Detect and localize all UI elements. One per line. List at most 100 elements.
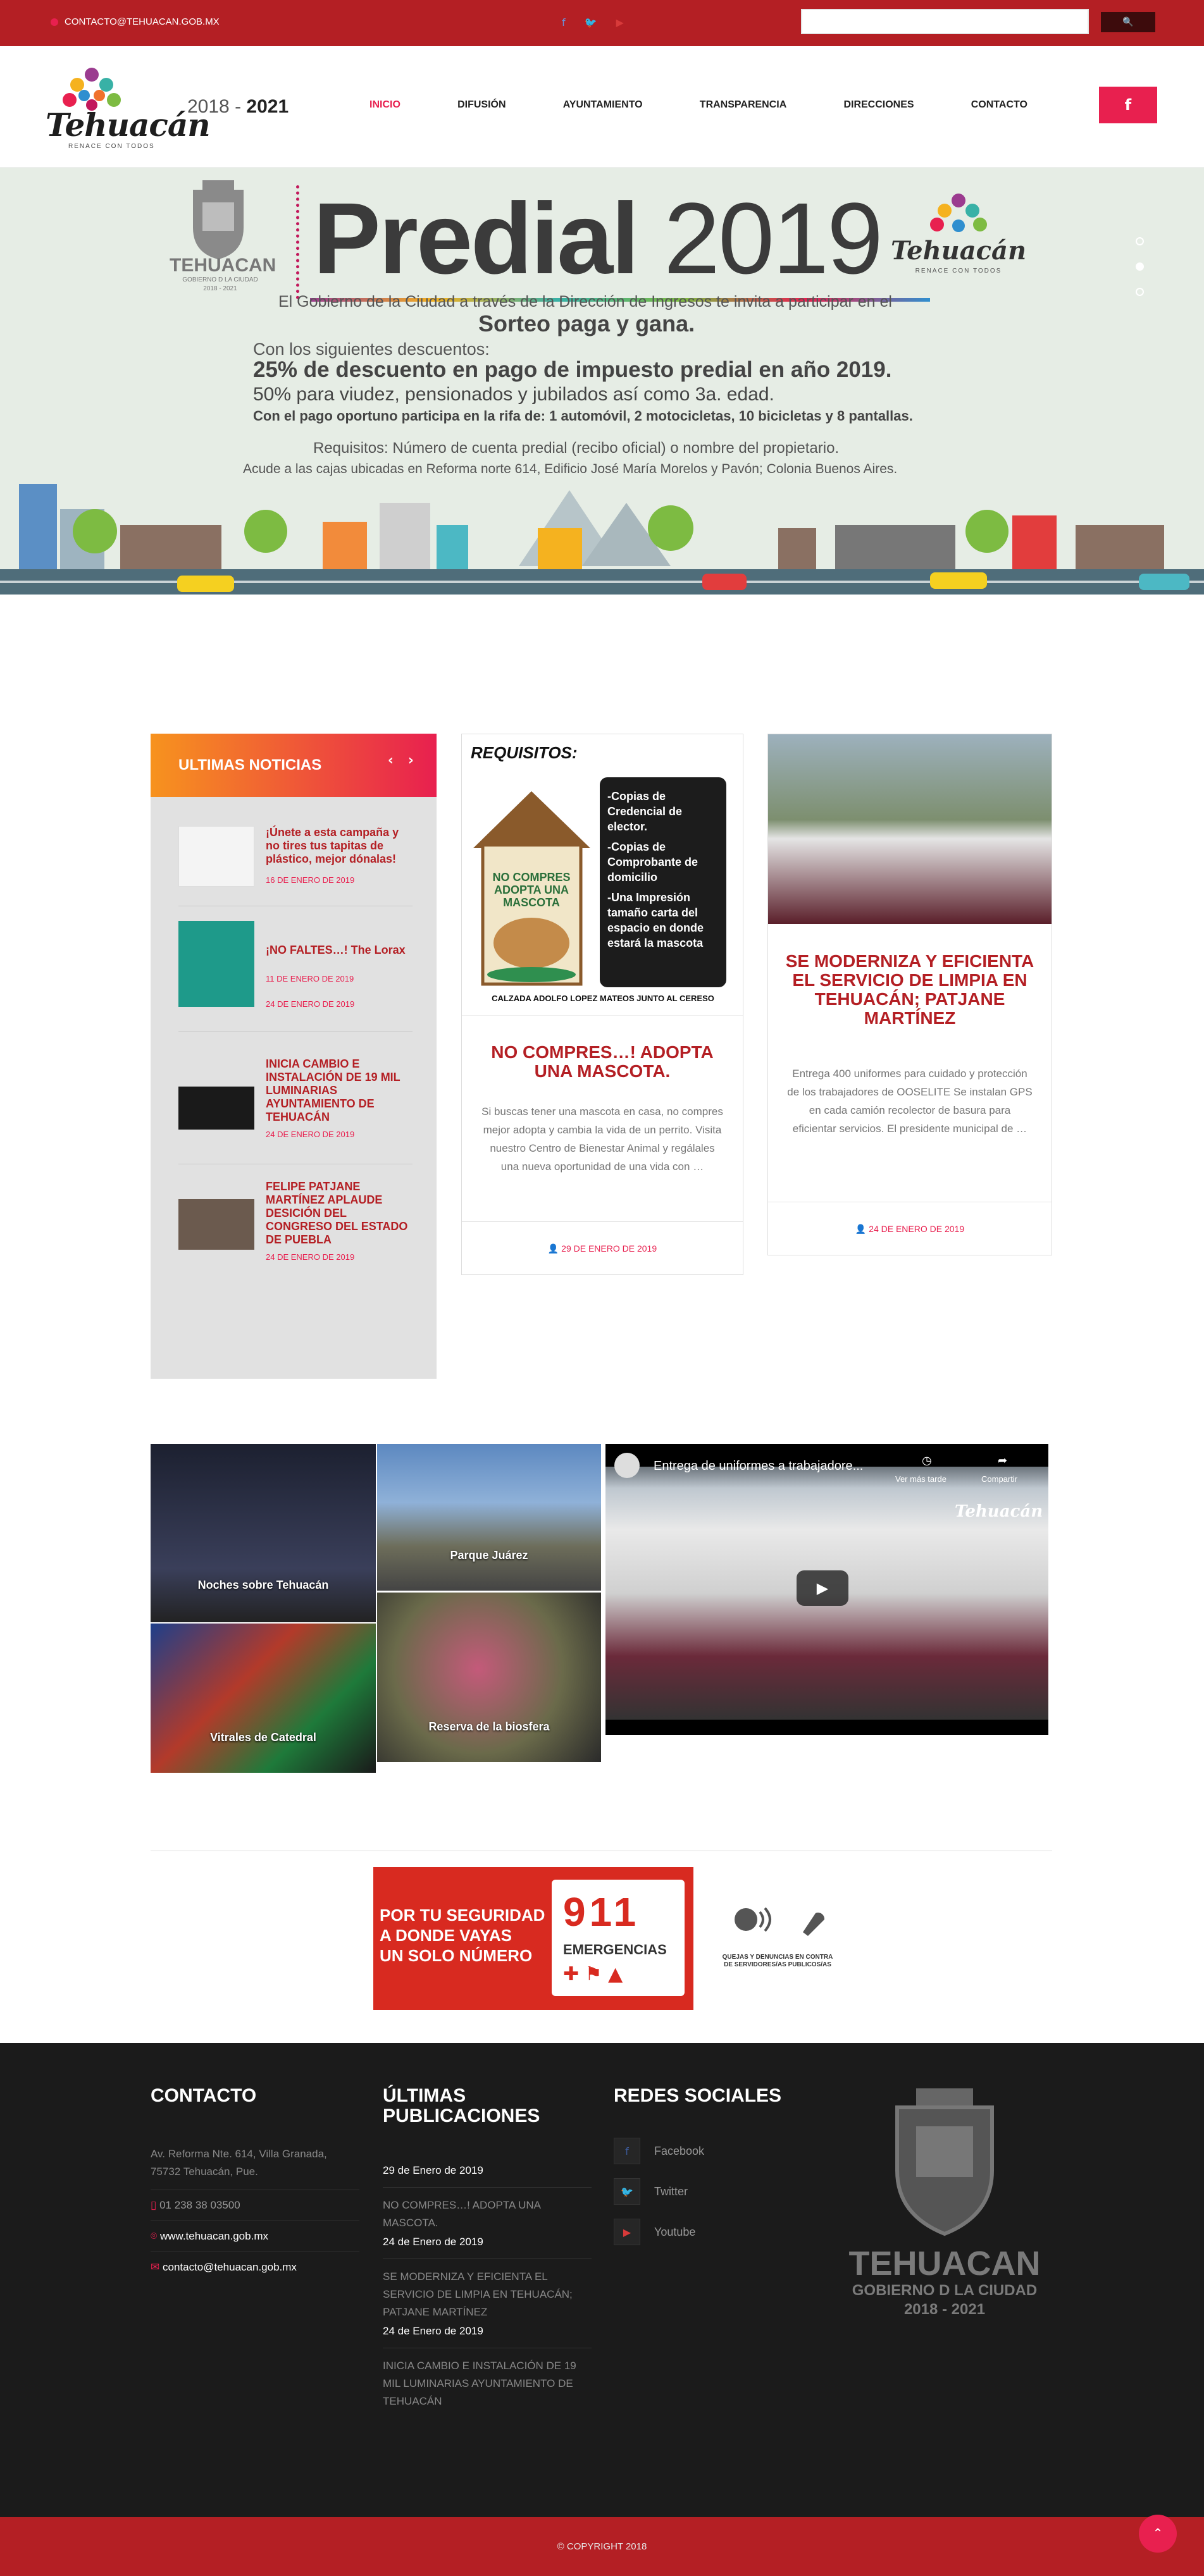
news-thumbnail[interactable] <box>178 1199 254 1250</box>
banner-911-number: 911 <box>563 1889 640 1935</box>
facebook-button[interactable]: f <box>1099 87 1157 123</box>
facebook-icon[interactable]: f <box>614 2138 640 2164</box>
twitter-icon[interactable]: 🐦 <box>614 2178 640 2205</box>
twitter-icon[interactable]: 🐦 <box>585 16 597 28</box>
gallery-tile[interactable]: Reserva de la biosfera <box>377 1593 601 1762</box>
youtube-video-player[interactable]: Entrega de uniformes a trabajadore... ◷ … <box>605 1444 1048 1735</box>
gallery-tile[interactable]: Parque Juárez <box>377 1444 601 1591</box>
news-item-title[interactable]: ¡NO FALTES…! The Lorax <box>266 944 411 957</box>
clock-icon[interactable]: ◷ <box>922 1454 932 1467</box>
news-item-title[interactable]: ¡Únete a esta campaña y no tires tus tap… <box>266 826 411 866</box>
share-label[interactable]: Compartir <box>981 1474 1017 1484</box>
video-title[interactable]: Entrega de uniformes a trabajadore... <box>654 1459 863 1474</box>
nav-transparencia[interactable]: TRANSPARENCIA <box>700 99 786 111</box>
adopt-poster[interactable]: REQUISITOS: NO COMPRES ADOPTA UNA MASCOT… <box>462 734 743 1016</box>
hero-line-1: El Gobierno de la Ciudad a través de la … <box>278 293 892 311</box>
hero-seal-sub: GOBIERNO D LA CIUDAD <box>182 276 258 283</box>
footer-social-label[interactable]: Facebook <box>654 2145 704 2158</box>
chevron-right-icon[interactable]: › <box>408 753 414 768</box>
card-photo[interactable] <box>768 734 1052 924</box>
news-item[interactable]: INICIA CAMBIO E INSTALACIÓN DE 19 MIL LU… <box>178 1057 413 1146</box>
chevron-up-icon: ⌃ <box>1152 2525 1164 2541</box>
footer-pub-date: 29 de Enero de 2019 <box>383 2164 483 2176</box>
news-item-date: 16 DE ENERO DE 2019 <box>266 875 355 885</box>
news-item-date: 24 DE ENERO DE 2019 <box>266 1130 355 1139</box>
slider-dot-active[interactable] <box>1136 262 1144 271</box>
footer-social-youtube[interactable]: ▶ Youtube <box>614 2219 804 2245</box>
news-item[interactable]: ¡Únete a esta campaña y no tires tus tap… <box>178 826 413 896</box>
mail-icon <box>51 18 58 26</box>
footer-pub-title[interactable]: INICIA CAMBIO E INSTALACIÓN DE 19 MIL LU… <box>383 2357 592 2410</box>
news-thumbnail[interactable] <box>178 826 254 887</box>
slider-dot[interactable] <box>1136 237 1144 245</box>
gallery-caption: Vitrales de Catedral <box>210 1731 316 1744</box>
channel-avatar[interactable] <box>614 1453 640 1478</box>
hero-logo-word: Tehuacán <box>890 236 1027 266</box>
footer-email[interactable]: ✉ contacto@tehuacan.gob.mx <box>151 2261 359 2274</box>
nav-inicio[interactable]: INICIO <box>369 99 400 111</box>
complaints-label: QUEJAS Y DENUNCIAS EN CONTRA DE SERVIDOR… <box>722 1954 833 1968</box>
chevron-left-icon[interactable]: ‹ <box>388 753 394 768</box>
footer-divider <box>383 2187 592 2188</box>
card-footer: 👤 24 DE ENERO DE 2019 <box>768 1202 1052 1255</box>
nav-difusion[interactable]: DIFUSIÓN <box>457 99 506 111</box>
contact-email-link[interactable]: CONTACTO@TEHUACAN.GOB.MX <box>51 16 220 27</box>
news-card[interactable]: SE MODERNIZA Y EFICIENTA EL SERVICIO DE … <box>767 734 1052 1255</box>
card-title[interactable]: NO COMPRES…! ADOPTA UNA MASCOTA. <box>475 1043 730 1081</box>
footer-social-facebook[interactable]: f Facebook <box>614 2138 804 2164</box>
main-nav: INICIO DIFUSIÓN AYUNTAMIENTO TRANSPARENC… <box>369 99 1027 111</box>
search-button[interactable]: 🔍 <box>1101 12 1155 32</box>
nav-contacto[interactable]: CONTACTO <box>971 99 1027 111</box>
footer-seal-years: 2018 - 2021 <box>903 2301 986 2318</box>
watch-later-label[interactable]: Ver más tarde <box>895 1474 946 1484</box>
footer-pub-date: 24 de Enero de 2019 <box>383 2325 483 2337</box>
footer-social-twitter[interactable]: 🐦 Twitter <box>614 2178 804 2205</box>
complaints-link[interactable]: QUEJAS Y DENUNCIAS EN CONTRA DE SERVIDOR… <box>721 1901 835 1983</box>
top-bar: CONTACTO@TEHUACAN.GOB.MX f 🐦 ▶ 🔍 <box>0 0 1204 46</box>
slider-dot[interactable] <box>1136 288 1144 296</box>
gallery-tile[interactable]: Noches sobre Tehuacán <box>151 1444 376 1622</box>
news-item-title[interactable]: INICIA CAMBIO E INSTALACIÓN DE 19 MIL LU… <box>266 1057 411 1124</box>
nav-direcciones[interactable]: DIRECCIONES <box>843 99 914 111</box>
news-item[interactable]: ¡NO FALTES…! The Lorax 11 DE ENERO DE 20… <box>178 921 413 1009</box>
play-icon[interactable]: ▶ <box>797 1570 848 1606</box>
card-title[interactable]: SE MODERNIZA Y EFICIENTA EL SERVICIO DE … <box>781 952 1039 1028</box>
top-social-icons: f 🐦 ▶ <box>562 16 624 28</box>
footer-social-label[interactable]: Twitter <box>654 2185 688 2198</box>
news-item-title[interactable]: FELIPE PATJANE MARTÍNEZ APLAUDE DESICIÓN… <box>266 1180 411 1247</box>
footer-web[interactable]: ⌾ www.tehuacan.gob.mx <box>151 2230 359 2243</box>
gallery-tile[interactable]: Vitrales de Catedral <box>151 1624 376 1773</box>
footer-social-label[interactable]: Youtube <box>654 2226 695 2239</box>
facebook-icon[interactable]: f <box>562 16 566 28</box>
card-excerpt: Entrega 400 uniformes para cuidado y pro… <box>787 1068 1033 1135</box>
emergency-911-banner[interactable]: POR TU SEGURIDAD A DONDE VAYAS UN SOLO N… <box>373 1867 693 2010</box>
phone-icon: ▯ <box>151 2199 157 2211</box>
news-item-date: 24 DE ENERO DE 2019 <box>266 1252 355 1262</box>
news-item[interactable]: FELIPE PATJANE MARTÍNEZ APLAUDE DESICIÓN… <box>178 1180 413 1269</box>
poster-badge: NO COMPRES ADOPTA UNA MASCOTA <box>492 871 571 909</box>
nav-ayuntamiento[interactable]: AYUNTAMIENTO <box>563 99 643 111</box>
banner-line-1: POR TU SEGURIDAD <box>380 1906 545 1925</box>
location-icon: ⌾ <box>151 2230 158 2242</box>
youtube-icon[interactable]: ▶ <box>614 2219 640 2245</box>
news-card[interactable]: REQUISITOS: NO COMPRES ADOPTA UNA MASCOT… <box>461 734 743 1275</box>
footer-social-heading: REDES SOCIALES <box>614 2085 782 2106</box>
banner-911-label: EMERGENCIAS <box>563 1942 667 1957</box>
complaints-icon <box>735 1907 825 1936</box>
search-input[interactable] <box>801 9 1089 34</box>
banner-line-2: A DONDE VAYAS <box>380 1926 512 1945</box>
footer-pub-title[interactable]: SE MODERNIZA Y EFICIENTA EL SERVICIO DE … <box>383 2268 592 2321</box>
footer-pub-title[interactable]: NO COMPRES…! ADOPTA UNA MASCOTA. <box>383 2197 592 2232</box>
hero-title: Predial 2019 <box>313 180 883 297</box>
news-thumbnail[interactable] <box>178 921 254 1007</box>
footer-web-text[interactable]: www.tehuacan.gob.mx <box>160 2230 268 2242</box>
share-icon[interactable]: ➦ <box>998 1454 1007 1467</box>
footer-contact-col: CONTACTO Av. Reforma Nte. 614, Villa Gra… <box>151 2086 359 2274</box>
back-to-top-button[interactable]: ⌃ <box>1139 2515 1177 2553</box>
news-thumbnail[interactable] <box>178 1087 254 1130</box>
hero-slider[interactable]: TEHUACAN GOBIERNO D LA CIUDAD 2018 - 202… <box>0 168 1204 612</box>
youtube-icon[interactable]: ▶ <box>616 16 624 28</box>
term-years: 2018 - 2021 <box>187 96 289 118</box>
footer-email-text[interactable]: contacto@tehuacan.gob.mx <box>163 2261 297 2273</box>
footer-social-col: REDES SOCIALES f Facebook 🐦 Twitter ▶ Youtu… <box>614 2086 804 2259</box>
